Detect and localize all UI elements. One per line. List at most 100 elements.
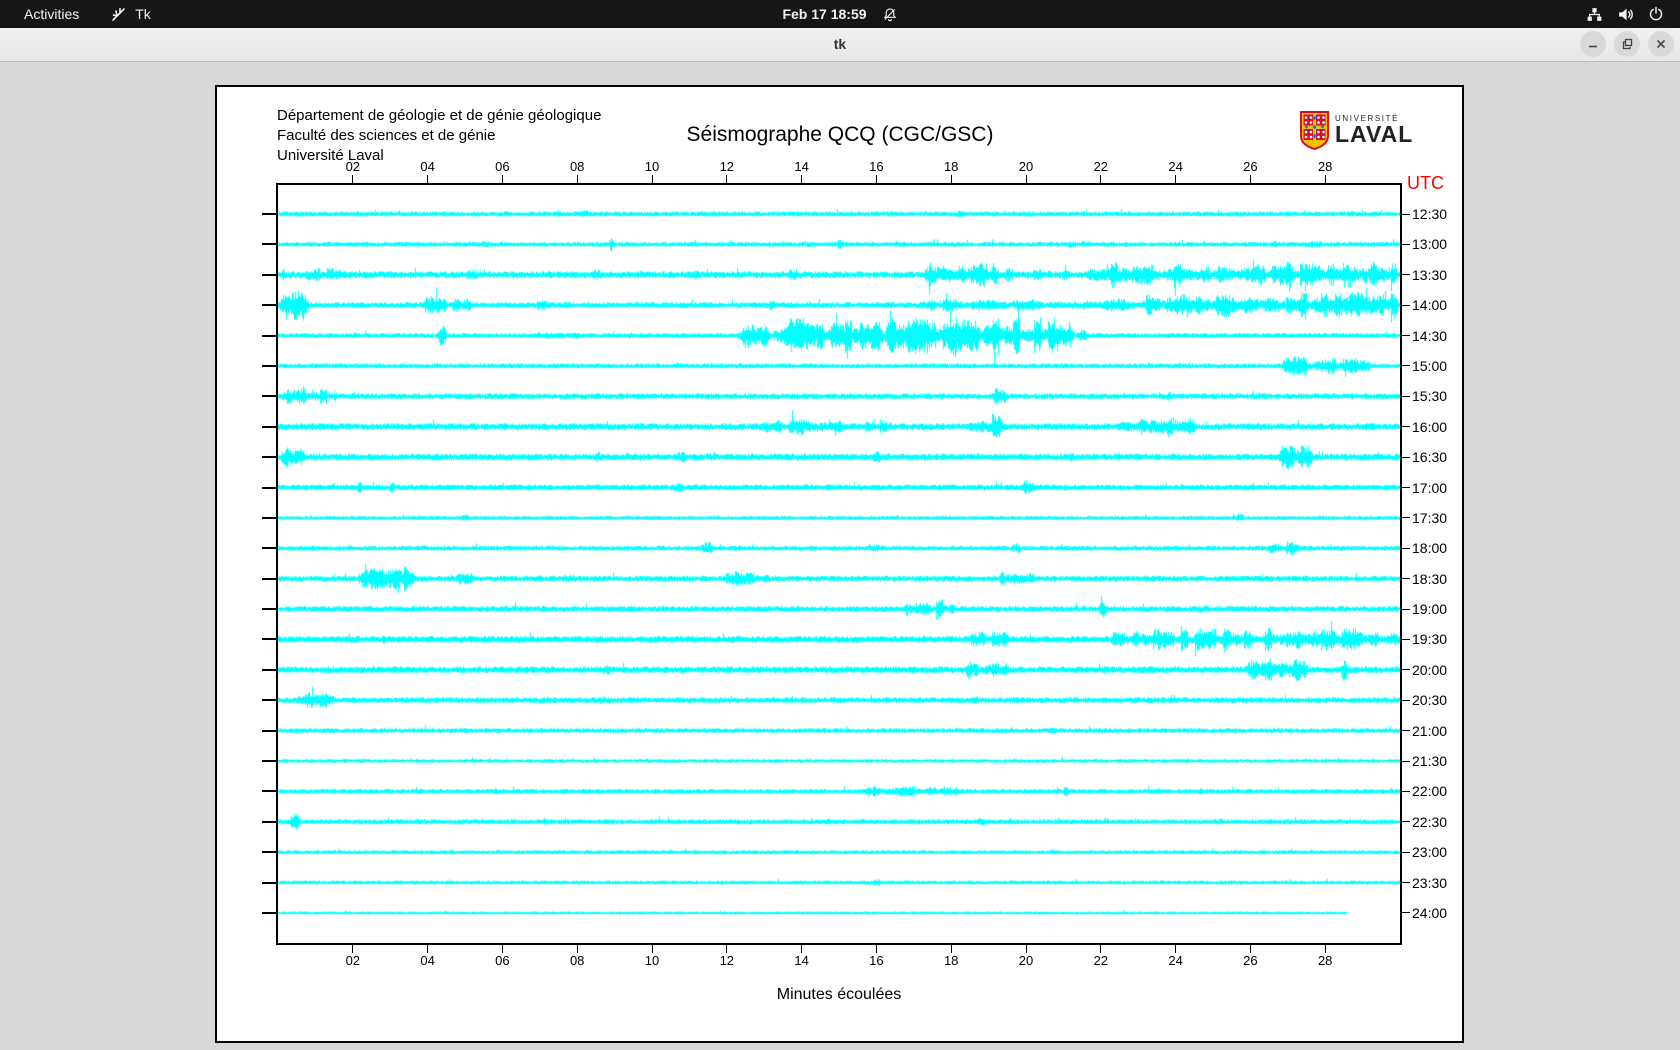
row-tick-left: [262, 243, 276, 245]
row-tick-left: [262, 608, 276, 610]
row-tick-left: [262, 274, 276, 276]
window-titlebar[interactable]: tk: [0, 28, 1680, 62]
utc-time-label: 19:00: [1412, 601, 1447, 617]
row-tick-right: [1402, 305, 1410, 306]
row-tick-left: [262, 882, 276, 884]
logo-laval-label: LAVAL: [1335, 123, 1413, 145]
seismograph-canvas: Département de géologie et de génie géol…: [215, 85, 1464, 1043]
row-tick-right: [1402, 730, 1410, 731]
row-tick-left: [262, 851, 276, 853]
utc-time-label: 12:30: [1412, 206, 1447, 222]
row-tick-left: [262, 699, 276, 701]
plot-title: Séismographe QCQ (CGC/GSC): [687, 123, 994, 147]
focused-app-indicator[interactable]: Tk: [111, 6, 151, 22]
x-tick-label-top: 20: [1019, 159, 1033, 174]
x-tick-label-top: 22: [1094, 159, 1108, 174]
utc-time-label: 21:00: [1412, 723, 1447, 739]
x-tick-label-top: 14: [794, 159, 808, 174]
institution-line-3: Université Laval: [277, 146, 601, 166]
row-tick-right: [1402, 882, 1410, 883]
row-tick-left: [262, 456, 276, 458]
x-tick-top: [1026, 175, 1027, 183]
row-tick-left: [262, 760, 276, 762]
row-tick-right: [1402, 517, 1410, 518]
maximize-button[interactable]: [1614, 31, 1640, 57]
volume-icon: [1617, 6, 1634, 23]
x-tick-label-top: 02: [346, 159, 360, 174]
x-tick-label-bottom: 12: [720, 953, 734, 968]
utc-time-label: 20:30: [1412, 692, 1447, 708]
utc-label: UTC: [1407, 173, 1444, 194]
utc-time-label: 19:30: [1412, 631, 1447, 647]
utc-time-label: 18:30: [1412, 571, 1447, 587]
utc-time-label: 15:00: [1412, 358, 1447, 374]
laval-shield-icon: [1300, 111, 1329, 155]
x-tick-top: [352, 175, 353, 183]
clock-menu[interactable]: Feb 17 18:59: [782, 0, 897, 28]
x-tick-top: [577, 175, 578, 183]
row-tick-right: [1402, 852, 1410, 853]
x-tick-label-bottom: 22: [1094, 953, 1108, 968]
notifications-muted-icon: [883, 7, 898, 22]
row-tick-left: [262, 365, 276, 367]
row-tick-left: [262, 578, 276, 580]
x-tick-top: [652, 175, 653, 183]
utc-time-label: 22:30: [1412, 814, 1447, 830]
x-tick-label-top: 24: [1168, 159, 1182, 174]
system-status-area[interactable]: [1586, 6, 1680, 23]
row-tick-right: [1402, 639, 1410, 640]
row-tick-right: [1402, 821, 1410, 822]
window-title: tk: [0, 28, 1680, 61]
row-tick-left: [262, 213, 276, 215]
network-wired-icon: [1586, 6, 1603, 23]
x-tick-label-top: 10: [645, 159, 659, 174]
x-tick-top: [726, 175, 727, 183]
x-tick-top: [502, 175, 503, 183]
utc-time-label: 23:00: [1412, 844, 1447, 860]
institution-line-2: Faculté des sciences et de génie: [277, 126, 601, 146]
row-tick-right: [1402, 578, 1410, 579]
utc-time-label: 13:00: [1412, 236, 1447, 252]
utc-time-label: 20:00: [1412, 662, 1447, 678]
utc-time-label: 22:00: [1412, 783, 1447, 799]
utc-time-label: 16:00: [1412, 419, 1447, 435]
row-tick-left: [262, 426, 276, 428]
utc-time-label: 21:30: [1412, 753, 1447, 769]
row-tick-left: [262, 517, 276, 519]
x-tick-bottom: [951, 945, 952, 953]
universite-laval-logo: UNIVERSITÉ LAVAL: [1300, 111, 1413, 155]
row-tick-right: [1402, 761, 1410, 762]
activities-button[interactable]: Activities: [18, 4, 85, 24]
close-button[interactable]: [1648, 31, 1674, 57]
x-tick-top: [876, 175, 877, 183]
row-tick-left: [262, 304, 276, 306]
row-tick-left: [262, 912, 276, 914]
row-tick-right: [1402, 548, 1410, 549]
row-tick-right: [1402, 912, 1410, 913]
x-tick-bottom: [1026, 945, 1027, 953]
institution-header: Département de géologie et de génie géol…: [277, 106, 601, 166]
x-tick-bottom: [502, 945, 503, 953]
x-tick-label-bottom: 04: [420, 953, 434, 968]
x-tick-label-top: 28: [1318, 159, 1332, 174]
x-tick-label-bottom: 24: [1168, 953, 1182, 968]
x-tick-label-bottom: 14: [794, 953, 808, 968]
window-controls: [1580, 31, 1674, 57]
power-icon: [1648, 6, 1664, 22]
utc-time-label: 18:00: [1412, 540, 1447, 556]
row-tick-right: [1402, 791, 1410, 792]
utc-time-label: 17:00: [1412, 480, 1447, 496]
row-tick-right: [1402, 244, 1410, 245]
row-tick-left: [262, 395, 276, 397]
x-tick-label-top: 16: [869, 159, 883, 174]
row-tick-left: [262, 790, 276, 792]
row-tick-right: [1402, 609, 1410, 610]
x-tick-label-bottom: 18: [944, 953, 958, 968]
row-tick-right: [1402, 335, 1410, 336]
row-tick-right: [1402, 669, 1410, 670]
x-tick-label-bottom: 20: [1019, 953, 1033, 968]
x-tick-top: [801, 175, 802, 183]
x-tick-top: [951, 175, 952, 183]
x-tick-label-top: 26: [1243, 159, 1257, 174]
minimize-button[interactable]: [1580, 31, 1606, 57]
